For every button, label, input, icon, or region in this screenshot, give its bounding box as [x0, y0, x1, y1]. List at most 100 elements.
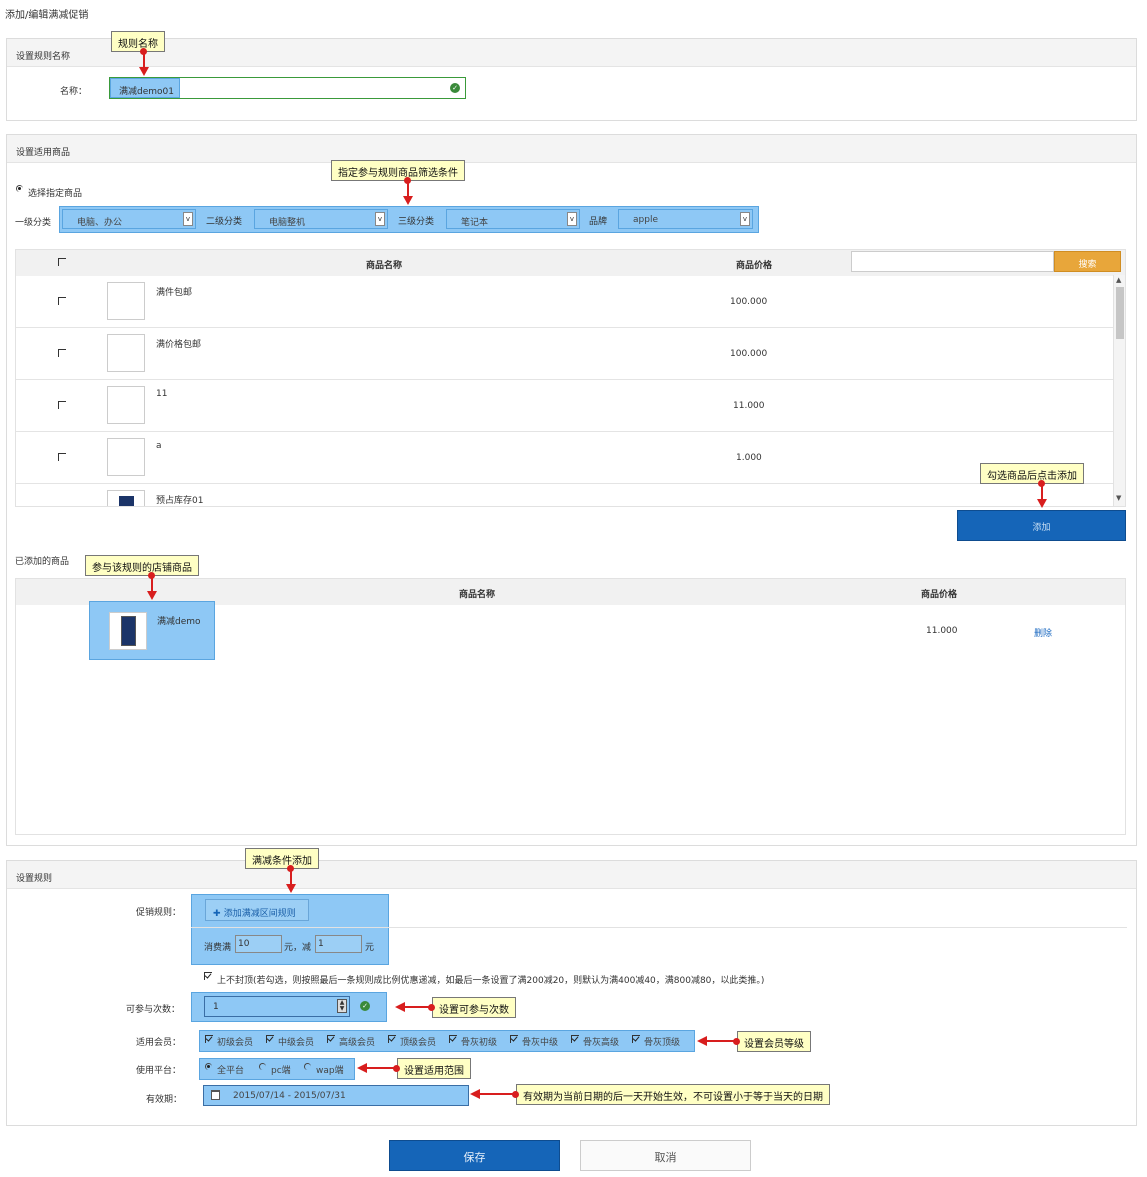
arrow-head [403, 196, 413, 205]
annotation-filter: 指定参与规则商品筛选条件 [331, 160, 465, 181]
add-range-rule-button[interactable]: ✚ 添加满减区间规则 [205, 899, 309, 921]
product-thumbnail [109, 612, 147, 650]
category-1-select[interactable]: 电脑、办公 v [62, 209, 196, 229]
cancel-button[interactable]: 取消 [580, 1140, 751, 1171]
product-thumbnail [107, 334, 145, 372]
member-option: 高级会员 [339, 1038, 376, 1048]
arrow-dot [733, 1038, 740, 1045]
arrow-line [143, 52, 145, 67]
valid-check-icon: ✓ [360, 1001, 370, 1011]
product-name: 11 [156, 389, 168, 399]
chevron-down-icon: v [375, 212, 385, 226]
arrow-head [139, 67, 149, 76]
add-goods-button[interactable]: 添加 [957, 510, 1126, 541]
name-label: 名称： [60, 87, 88, 97]
annotation-store-goods: 参与该规则的店铺商品 [85, 555, 199, 576]
arrow-line [407, 181, 409, 196]
no-cap-text: 上不封顶(若勾选，则按照最后一条规则成比例优惠递减，如最后一条设置了满200减2… [217, 976, 765, 986]
arrow-dot [512, 1091, 519, 1098]
product-name: 满件包邮 [156, 288, 193, 298]
member-checkbox[interactable] [510, 1035, 518, 1043]
product-name: a [156, 441, 162, 451]
member-checkbox[interactable] [327, 1035, 335, 1043]
select-all-checkbox[interactable] [58, 258, 66, 266]
added-col-price: 商品价格 [921, 590, 958, 600]
validity-label: 有效期： [146, 1095, 183, 1105]
platform-radio-wap[interactable] [304, 1063, 311, 1070]
platform-radio-pc[interactable] [259, 1063, 266, 1070]
member-option: 中级会员 [278, 1038, 315, 1048]
filter-label-brand: 品牌 [589, 217, 608, 227]
product-price: 100.000 [730, 349, 768, 359]
row-divider [16, 327, 1113, 328]
platform-radio-all[interactable] [205, 1063, 212, 1070]
scroll-down-icon[interactable]: ▼ [1116, 494, 1121, 502]
reduce-input[interactable]: 1 [315, 935, 362, 953]
stepper-arrows-icon[interactable]: ▲ ▼ [337, 999, 347, 1013]
platform-label: 使用平台： [136, 1066, 182, 1076]
filter-label-3: 三级分类 [398, 217, 435, 227]
arrow-line [405, 1006, 430, 1008]
name-input[interactable]: 满减demo01 ✓ [109, 77, 466, 99]
annotation-times: 设置可参与次数 [432, 997, 516, 1018]
category-3-select[interactable]: 笔记本 v [446, 209, 580, 229]
name-input-value: 满减demo01 [110, 78, 180, 98]
brand-select[interactable]: apple v [618, 209, 753, 229]
member-checkbox[interactable] [632, 1035, 640, 1043]
added-product-highlight [89, 601, 215, 660]
row-checkbox[interactable] [58, 297, 66, 305]
member-option: 骨灰中级 [522, 1038, 559, 1048]
search-button[interactable]: 搜索 [1054, 251, 1121, 272]
annotation-scope: 设置适用范围 [397, 1058, 471, 1079]
table-scrollbar[interactable]: ▲ ▼ [1113, 275, 1125, 506]
chevron-down-icon: v [740, 212, 750, 226]
scrollbar-thumb[interactable] [1116, 287, 1124, 339]
chevron-down-icon: v [567, 212, 577, 226]
times-stepper[interactable]: 1 [204, 996, 350, 1017]
valid-check-icon: ✓ [450, 83, 460, 93]
arrow-dot [393, 1065, 400, 1072]
product-price: 11.000 [733, 401, 765, 411]
filter-label-1: 一级分类 [15, 218, 52, 228]
save-button[interactable]: 保存 [389, 1140, 560, 1171]
arrow-line [151, 576, 153, 591]
page-title: 添加/编辑满减促销 [5, 10, 89, 21]
member-checkbox[interactable] [449, 1035, 457, 1043]
scroll-up-icon[interactable]: ▲ [1116, 276, 1121, 284]
search-input[interactable] [851, 251, 1054, 272]
member-label: 适用会员： [136, 1038, 182, 1048]
category-2-select[interactable]: 电脑整机 v [254, 209, 388, 229]
spend-mid: 元，减 [284, 943, 312, 953]
select-goods-radio[interactable] [16, 185, 23, 192]
arrow-line [367, 1067, 395, 1069]
product-thumbnail [107, 438, 145, 476]
delete-link[interactable]: 删除 [1034, 626, 1052, 639]
product-name: 预占库存01 [156, 496, 204, 506]
spend-input[interactable]: 10 [235, 935, 282, 953]
arrow-line [707, 1040, 735, 1042]
added-col-name: 商品名称 [459, 590, 496, 600]
no-cap-checkbox[interactable] [204, 972, 212, 980]
added-goods-label: 已添加的商品 [15, 557, 70, 567]
member-checkbox[interactable] [266, 1035, 274, 1043]
platform-option-wap: wap端 [316, 1066, 344, 1076]
product-name: 满减demo [157, 617, 201, 627]
member-checkbox[interactable] [388, 1035, 396, 1043]
row-divider [16, 379, 1113, 380]
annotation-add-after-check: 勾选商品后点击添加 [980, 463, 1084, 484]
arrow-head [357, 1063, 367, 1073]
validity-input[interactable]: 2015/07/14 - 2015/07/31 [203, 1085, 469, 1106]
goods-header: 设置适用商品 [7, 135, 1136, 163]
category-1-value: 电脑、办公 [77, 218, 123, 228]
times-label: 可参与次数： [126, 1005, 181, 1015]
member-checkbox[interactable] [571, 1035, 579, 1043]
product-price: 100.000 [730, 297, 768, 307]
row-checkbox[interactable] [58, 349, 66, 357]
member-checkbox[interactable] [205, 1035, 213, 1043]
member-option: 骨灰顶级 [644, 1038, 681, 1048]
arrow-line [290, 869, 292, 884]
annotation-full-reduce-add: 满减条件添加 [245, 848, 319, 869]
arrow-line [480, 1093, 514, 1095]
row-checkbox[interactable] [58, 401, 66, 409]
row-checkbox[interactable] [58, 453, 66, 461]
